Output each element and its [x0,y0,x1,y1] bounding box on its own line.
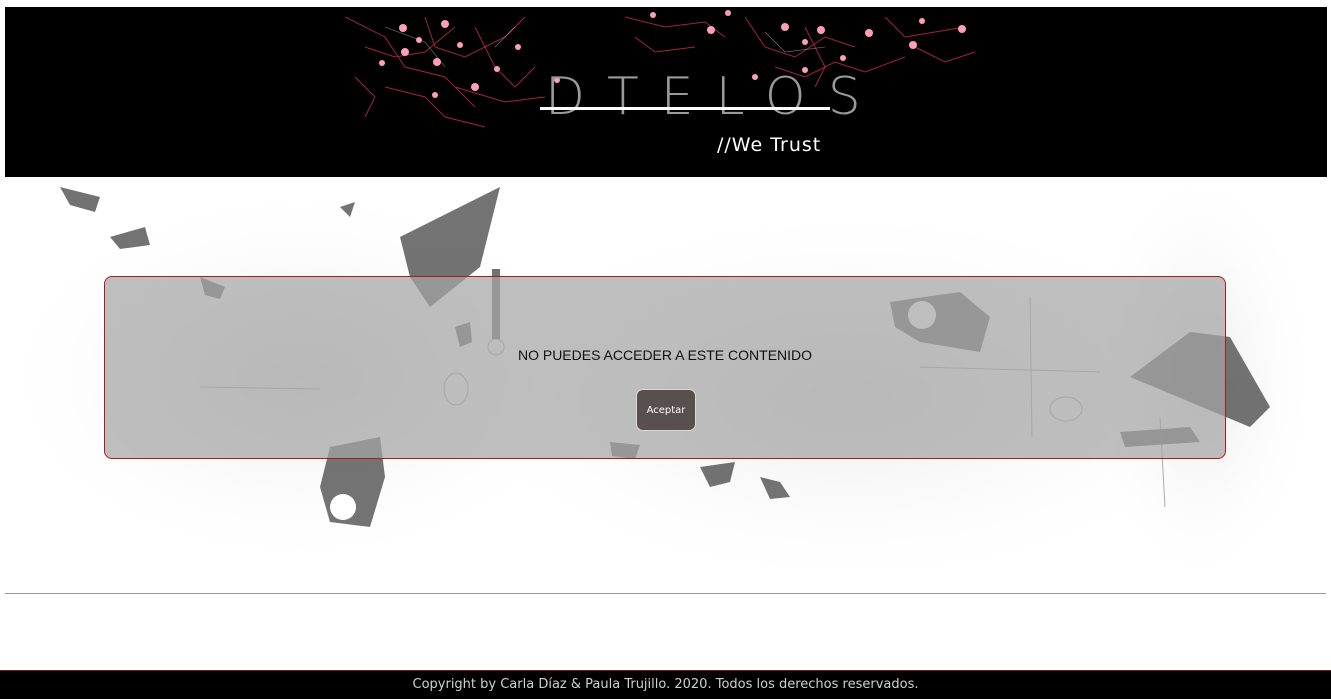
copyright-text: Copyright by Carla Díaz & Paula Trujillo… [412,677,919,692]
logo-underline [540,107,830,110]
header-banner: DTELOS //We Trust [5,7,1327,177]
page: DTELOS //We Trust NO PUEDES ACCEDER A ES… [0,0,1331,699]
logo: DTELOS [545,67,883,127]
footer: Copyright by Carla Díaz & Paula Trujillo… [0,670,1331,699]
accept-button[interactable]: Aceptar [636,389,696,431]
access-denied-dialog: NO PUEDES ACCEDER A ESTE CONTENIDO Acept… [104,276,1226,459]
tagline: //We Trust [717,134,822,156]
divider [5,593,1326,594]
access-denied-message: NO PUEDES ACCEDER A ESTE CONTENIDO [517,347,813,363]
